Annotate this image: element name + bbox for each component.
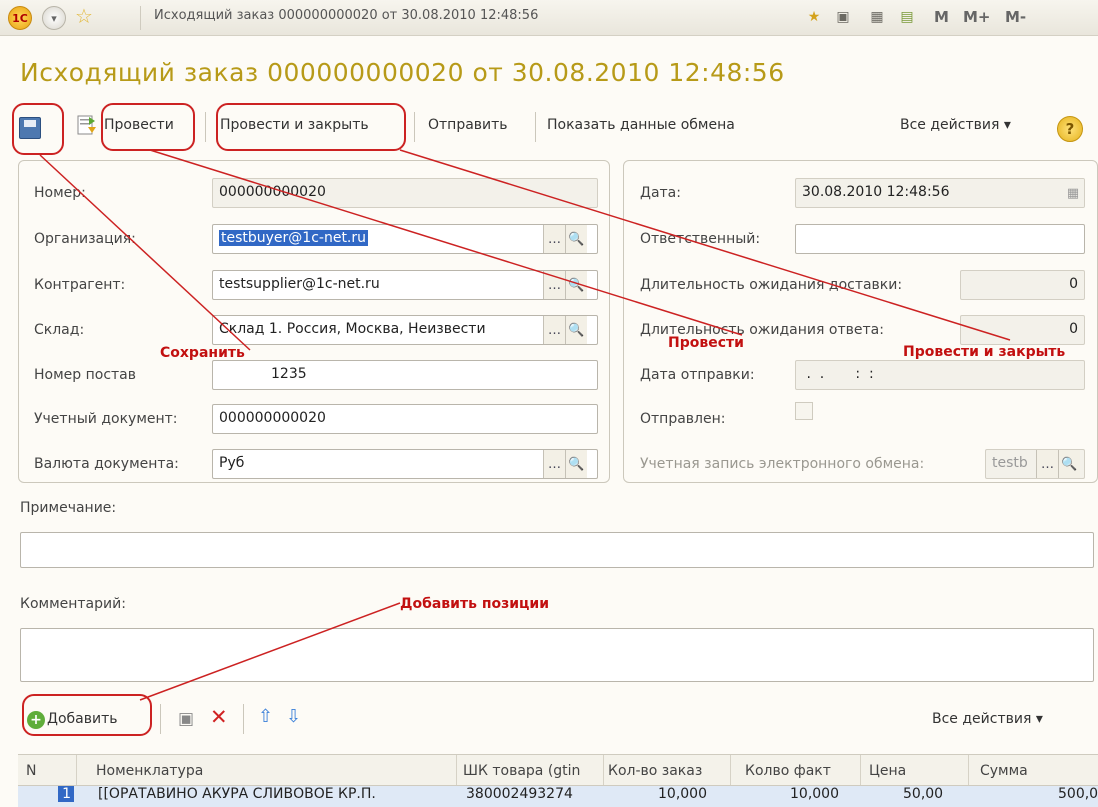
save-annotation: Сохранить [160, 345, 245, 361]
post-highlight-circle [101, 103, 195, 151]
save-highlight-circle [12, 103, 64, 155]
post-annotation: Провести [668, 335, 744, 351]
add-highlight-circle [22, 694, 152, 736]
post-close-annotation: Провести и закрыть [903, 344, 1066, 360]
add-items-annotation: Добавить позиции [400, 596, 550, 612]
post-close-highlight-circle [216, 103, 406, 151]
